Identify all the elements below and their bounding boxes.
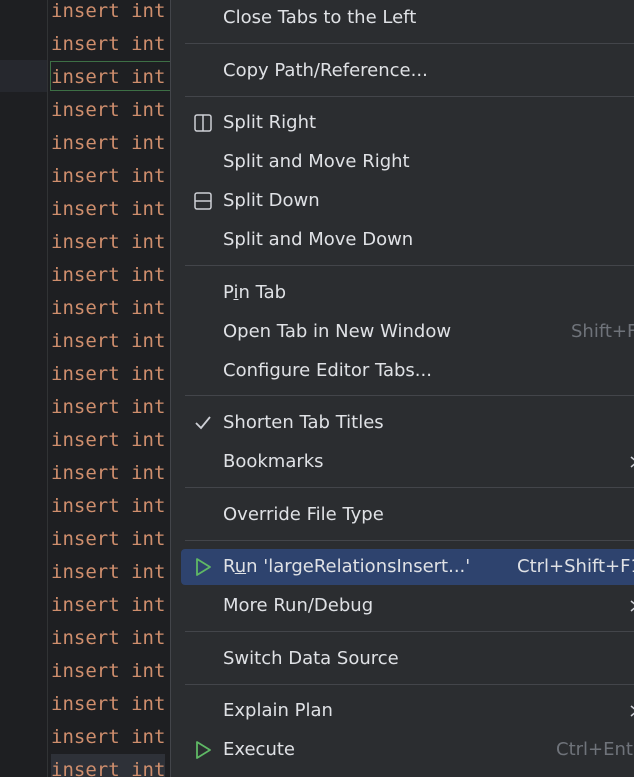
menu-item-label: Shorten Tab Titles bbox=[223, 412, 384, 433]
menu-item-label: Override File Type bbox=[223, 504, 384, 525]
menu-separator bbox=[185, 631, 634, 632]
code-line[interactable]: insert int bbox=[51, 655, 165, 688]
code-line[interactable]: insert int bbox=[51, 688, 165, 721]
menu-item-split-right[interactable]: Split Right bbox=[181, 105, 634, 141]
code-line[interactable]: insert int bbox=[51, 589, 165, 622]
menu-item-split-move-down[interactable]: Split and Move Down bbox=[181, 222, 634, 258]
label-part: R bbox=[223, 556, 235, 577]
menu-item-shorten-tab-titles[interactable]: Shorten Tab Titles bbox=[181, 405, 634, 441]
execute-icon bbox=[196, 741, 211, 759]
submenu-arrow-icon bbox=[630, 600, 634, 612]
code-line[interactable]: insert int bbox=[51, 523, 165, 556]
menu-separator bbox=[185, 395, 634, 396]
menu-item-override-file-type[interactable]: Override File Type bbox=[181, 497, 634, 533]
code-line[interactable]: insert int bbox=[51, 556, 165, 589]
split-horizontal-icon bbox=[194, 192, 212, 210]
menu-item-more-run-debug[interactable]: More Run/Debug bbox=[181, 588, 634, 624]
menu-separator bbox=[185, 96, 634, 97]
code-line[interactable]: insert int bbox=[51, 61, 165, 94]
submenu-arrow-icon bbox=[630, 705, 634, 717]
menu-item-copy-path[interactable]: Copy Path/Reference... bbox=[181, 53, 634, 89]
menu-item-pin-tab[interactable]: Pin Tab bbox=[181, 275, 634, 311]
menu-item-configure-editor-tabs[interactable]: Configure Editor Tabs... bbox=[181, 353, 634, 389]
code-line[interactable]: insert int bbox=[51, 391, 165, 424]
menu-item-label: Split Right bbox=[223, 112, 317, 133]
menu-item-label: Configure Editor Tabs... bbox=[223, 360, 432, 381]
code-line[interactable]: insert int bbox=[51, 622, 165, 655]
menu-item-label: Split and Move Right bbox=[223, 151, 410, 172]
menu-item-run-configuration[interactable]: Run 'largeRelationsInsert...' Ctrl+Shift… bbox=[181, 549, 634, 585]
code-line[interactable]: insert int bbox=[51, 457, 165, 490]
code-line[interactable]: insert int bbox=[51, 754, 166, 777]
menu-item-label: Run 'largeRelationsInsert...' bbox=[223, 549, 470, 585]
code-editor[interactable]: insert int insert int insert int insert … bbox=[48, 0, 170, 777]
menu-item-label: Copy Path/Reference... bbox=[223, 60, 428, 81]
label-part: n Tab bbox=[238, 282, 287, 303]
mnemonic-char: u bbox=[234, 556, 247, 577]
code-line[interactable]: insert int bbox=[51, 160, 165, 193]
menu-item-label: Split Down bbox=[223, 190, 320, 211]
shortcut-hint: Shift+F4 bbox=[571, 321, 634, 342]
menu-item-label: Pin Tab bbox=[223, 275, 286, 311]
label-part: P bbox=[223, 282, 234, 303]
menu-item-label: Split and Move Down bbox=[223, 229, 414, 250]
menu-item-close-tabs-left[interactable]: Close Tabs to the Left bbox=[181, 0, 634, 36]
menu-item-explain-plan[interactable]: Explain Plan bbox=[181, 693, 634, 729]
code-line[interactable]: insert int bbox=[51, 424, 165, 457]
code-line[interactable]: insert int bbox=[51, 0, 165, 28]
menu-separator bbox=[185, 540, 634, 541]
code-line[interactable]: insert int bbox=[51, 226, 165, 259]
submenu-arrow-icon bbox=[630, 456, 634, 468]
menu-item-switch-data-source[interactable]: Switch Data Source bbox=[181, 641, 634, 677]
code-line[interactable]: insert int bbox=[51, 193, 165, 226]
menu-separator bbox=[185, 487, 634, 488]
line-number-gutter bbox=[0, 0, 48, 777]
menu-separator bbox=[185, 684, 634, 685]
code-line[interactable]: insert int bbox=[51, 94, 165, 127]
menu-item-execute[interactable]: Execute Ctrl+Enter bbox=[181, 732, 634, 768]
code-line[interactable]: insert int bbox=[51, 721, 165, 754]
menu-separator bbox=[185, 43, 634, 44]
menu-item-label: Open Tab in New Window bbox=[223, 321, 452, 342]
code-line[interactable]: insert int bbox=[51, 259, 165, 292]
menu-item-label: Execute bbox=[223, 739, 295, 760]
menu-item-split-move-right[interactable]: Split and Move Right bbox=[181, 144, 634, 180]
shortcut-hint: Ctrl+Enter bbox=[556, 739, 634, 760]
code-line[interactable]: insert int bbox=[51, 292, 165, 325]
label-part: n 'largeRelationsInsert...' bbox=[246, 556, 471, 577]
menu-item-open-tab-new-window[interactable]: Open Tab in New Window Shift+F4 bbox=[181, 314, 634, 350]
menu-item-label: Explain Plan bbox=[223, 700, 333, 721]
menu-item-label: More Run/Debug bbox=[223, 595, 374, 616]
menu-item-label: Switch Data Source bbox=[223, 648, 399, 669]
menu-separator bbox=[185, 265, 634, 266]
code-line[interactable]: insert int bbox=[51, 28, 165, 61]
menu-item-bookmarks[interactable]: Bookmarks bbox=[181, 444, 634, 480]
code-line[interactable]: insert int bbox=[51, 325, 165, 358]
menu-item-label: Close Tabs to the Left bbox=[223, 7, 417, 28]
code-line[interactable]: insert int bbox=[51, 490, 165, 523]
menu-item-label: Bookmarks bbox=[223, 451, 324, 472]
code-line[interactable]: insert int bbox=[51, 358, 165, 391]
run-icon bbox=[196, 558, 211, 576]
gutter-current-line bbox=[0, 60, 48, 92]
checkmark-icon bbox=[195, 416, 211, 430]
shortcut-hint: Ctrl+Shift+F10 bbox=[517, 556, 634, 577]
split-vertical-icon bbox=[194, 114, 212, 132]
editor-tab-context-menu: Close Tabs to the Left Copy Path/Referen… bbox=[170, 0, 634, 777]
menu-item-split-down[interactable]: Split Down bbox=[181, 183, 634, 219]
code-line[interactable]: insert int bbox=[51, 127, 165, 160]
